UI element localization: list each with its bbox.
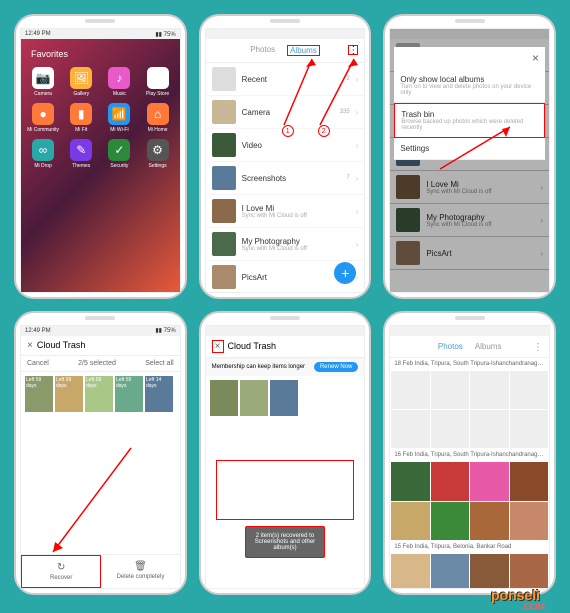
close-icon[interactable]: × [27, 340, 33, 351]
photo-thumb[interactable] [391, 410, 429, 448]
marker-1: 1 [282, 125, 294, 137]
menu-item[interactable]: Only show local albumsTurn on to view an… [394, 69, 545, 103]
photo-thumb[interactable] [510, 554, 548, 588]
app-icon[interactable]: ●Mi Community [27, 103, 59, 133]
app-icon[interactable]: ⌂Mi Home [141, 103, 173, 133]
more-icon[interactable]: ⋮ [348, 45, 358, 55]
phone-home: 12:49 PM▮▮ 75% Favorites 📷Camera🖼Gallery… [14, 14, 187, 299]
favorites-title: Favorites [31, 49, 174, 59]
recover-button[interactable]: ↻Recover [21, 555, 101, 588]
photo-thumb[interactable] [431, 554, 469, 588]
tab-albums[interactable]: Albums [475, 342, 502, 351]
trash-thumb[interactable]: Left 59 days [85, 376, 113, 412]
photo-thumb[interactable] [391, 502, 429, 540]
photo-thumb[interactable] [391, 462, 429, 500]
photo-thumb[interactable] [510, 371, 548, 409]
app-icon[interactable]: ▮Mi Fit [65, 103, 97, 133]
tab-photos[interactable]: Photos [438, 342, 463, 351]
photo-thumb[interactable] [470, 462, 508, 500]
delete-button[interactable]: 🗑Delete completely [101, 555, 179, 588]
tab-albums[interactable]: Albums [287, 45, 320, 56]
app-icon[interactable]: ∞Mi Drop [27, 139, 59, 169]
app-icon[interactable]: ✎Themes [65, 139, 97, 169]
menu-item[interactable]: Trash binBrowse backed up photos which w… [394, 103, 545, 138]
date-header: 18 Feb India, Tripura, South Tripura-Ish… [390, 358, 549, 370]
renew-button[interactable]: Renew Now [314, 362, 358, 372]
close-icon[interactable]: × [212, 340, 224, 353]
photo-thumb[interactable] [391, 371, 429, 409]
more-icon[interactable]: ⋮ [533, 342, 543, 353]
trash-thumb[interactable]: Left 14 days [145, 376, 173, 412]
photo-thumb[interactable] [510, 502, 548, 540]
app-icon[interactable]: 📶Mi Wi-Fi [103, 103, 135, 133]
trash-thumb[interactable]: Left 59 days [55, 376, 83, 412]
photo-thumb[interactable] [431, 371, 469, 409]
highlight-box [216, 460, 355, 520]
cancel-button[interactable]: Cancel [27, 360, 49, 367]
photo-thumb[interactable] [391, 554, 429, 588]
tabs: Photos Albums ⋮ [206, 39, 365, 63]
trash-thumb[interactable]: Left 59 days [115, 376, 143, 412]
cloud-trash-title: Cloud Trash [228, 341, 277, 351]
app-icon[interactable]: ⚙Settings [141, 139, 173, 169]
toast: 2 item(s) recovered to Screenshots and o… [245, 526, 325, 558]
photo-thumb[interactable] [470, 554, 508, 588]
menu-item[interactable]: Settings [394, 138, 545, 160]
cloud-trash-title: Cloud Trash [37, 340, 86, 350]
date-header: 15 Feb India, Tripura, Belonia, Bankar R… [390, 541, 549, 553]
phone-menu-overlay: Recent2›Camera335›Video›Screenshots7›I L… [383, 14, 556, 299]
photo-thumb[interactable] [510, 410, 548, 448]
photo-thumb[interactable] [510, 462, 548, 500]
status-bar: 12:49 PM▮▮ 75% [21, 29, 180, 39]
app-icon[interactable]: ▶Play Store [141, 67, 173, 97]
phone-cloud-trash-result: × Cloud Trash Membership can keep items … [199, 311, 372, 596]
photo-thumb[interactable] [431, 502, 469, 540]
album-row[interactable]: My PhotographySync with Mi Cloud is off› [206, 228, 365, 261]
phone-photos-list: Photos Albums ⋮ 18 Feb India, Tripura, S… [383, 311, 556, 596]
trash-thumb[interactable]: Left 59 days [25, 376, 53, 412]
phone-albums: Photos Albums ⋮ 1 2 Recent2›Camera335›Vi… [199, 14, 372, 299]
photo-thumb[interactable] [431, 462, 469, 500]
select-all-button[interactable]: Select all [145, 360, 173, 367]
app-icon[interactable]: ♪Music [103, 67, 135, 97]
app-icon[interactable]: 🖼Gallery [65, 67, 97, 97]
photo-thumb[interactable] [470, 371, 508, 409]
photo-thumb[interactable] [470, 410, 508, 448]
marker-2: 2 [318, 125, 330, 137]
photo-thumb[interactable] [470, 502, 508, 540]
watermark-suffix: .COM [522, 602, 544, 613]
app-icon[interactable]: 📷Camera [27, 67, 59, 97]
album-row[interactable]: Recent2› [206, 63, 365, 96]
photo-thumb[interactable] [431, 410, 469, 448]
banner-text: Membership can keep items longer [212, 364, 305, 370]
tab-photos[interactable]: Photos [250, 45, 275, 56]
album-row[interactable]: Camera335› [206, 96, 365, 129]
watermark: ponseli [491, 587, 540, 603]
close-icon[interactable]: × [532, 51, 539, 65]
fab-add[interactable]: + [334, 262, 356, 284]
app-icon[interactable]: ✓Security [103, 139, 135, 169]
phone-cloud-trash-select: 12:49 PM▮▮ 75% × Cloud Trash Cancel 2/5 … [14, 311, 187, 596]
album-row[interactable]: I Love MiSync with Mi Cloud is off› [206, 195, 365, 228]
selection-count: 2/5 selected [78, 360, 116, 367]
album-row[interactable]: Screenshots7› [206, 162, 365, 195]
date-header: 16 Feb India, Tripura, South Tripura-Ish… [390, 449, 549, 461]
